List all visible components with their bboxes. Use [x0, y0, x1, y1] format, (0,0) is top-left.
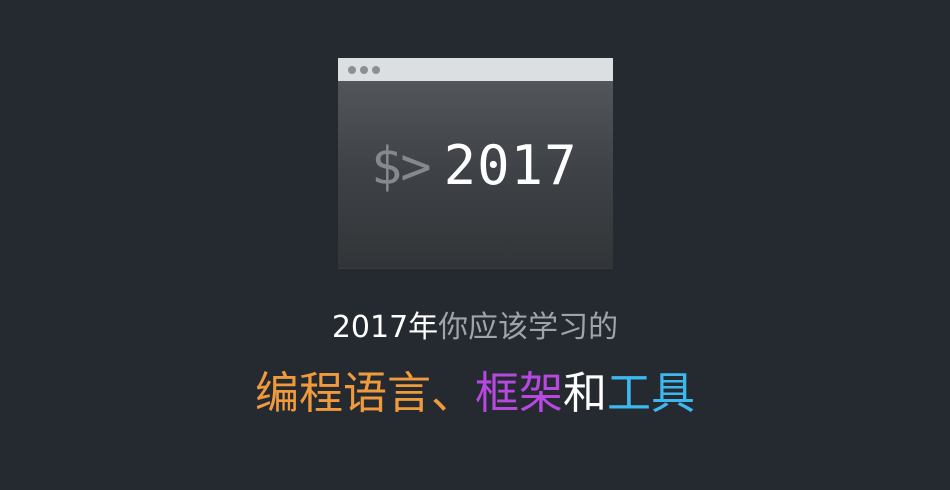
window-dot-icon	[348, 65, 356, 74]
headline: 2017年你应该学习的	[0, 308, 950, 348]
terminal-year: 2017	[443, 134, 578, 197]
headline-year: 2017年	[331, 310, 439, 345]
terminal-titlebar	[338, 58, 613, 81]
subheadline-frameworks: 框架	[475, 368, 563, 419]
headline-rest: 你应该学习的	[438, 310, 619, 345]
subheadline-and: 和	[563, 368, 607, 419]
subheadline-languages: 编程语言、	[255, 368, 475, 419]
subheadline: 编程语言、框架和工具	[0, 366, 950, 422]
prompt-symbol: $>	[371, 137, 432, 197]
window-dot-icon	[372, 65, 380, 74]
window-dot-icon	[360, 65, 368, 74]
subheadline-tools: 工具	[607, 368, 695, 419]
terminal-window-icon: $> 2017	[338, 58, 613, 268]
terminal-prompt-line: $> 2017	[371, 134, 578, 197]
